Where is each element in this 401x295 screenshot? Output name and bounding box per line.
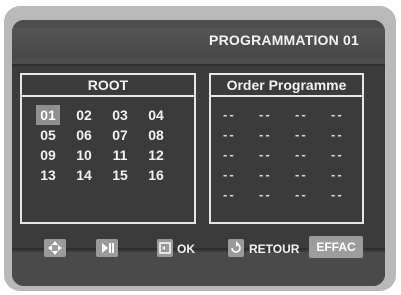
order-slot[interactable]: -- bbox=[219, 125, 255, 145]
header-bar: PROGRAMMATION 01 bbox=[12, 20, 385, 64]
return-label[interactable]: RETOUR bbox=[249, 240, 299, 258]
track-10[interactable]: 10 bbox=[72, 145, 96, 165]
order-slot[interactable]: -- bbox=[219, 165, 255, 185]
order-slot[interactable]: -- bbox=[291, 145, 327, 165]
order-slot[interactable]: -- bbox=[255, 185, 291, 205]
enter-icon[interactable] bbox=[157, 239, 173, 257]
order-slot[interactable]: -- bbox=[219, 185, 255, 205]
track-09[interactable]: 09 bbox=[36, 145, 60, 165]
track-14[interactable]: 14 bbox=[72, 165, 96, 185]
order-slot[interactable]: -- bbox=[255, 165, 291, 185]
track-06[interactable]: 06 bbox=[72, 125, 96, 145]
order-slot[interactable]: -- bbox=[327, 185, 363, 205]
page-title: PROGRAMMATION 01 bbox=[209, 32, 359, 48]
track-03[interactable]: 03 bbox=[108, 105, 132, 125]
track-15[interactable]: 15 bbox=[108, 165, 132, 185]
track-01[interactable]: 01 bbox=[36, 105, 60, 125]
order-slot[interactable]: -- bbox=[327, 105, 363, 125]
order-slot[interactable]: -- bbox=[291, 105, 327, 125]
order-slot[interactable]: -- bbox=[255, 145, 291, 165]
ok-label[interactable]: OK bbox=[177, 240, 195, 258]
order-slot[interactable]: -- bbox=[255, 105, 291, 125]
order-slot[interactable]: -- bbox=[219, 105, 255, 125]
return-icon[interactable] bbox=[228, 239, 244, 257]
header-divider bbox=[12, 64, 385, 66]
root-panel: ROOT 01 02 03 04 05 06 07 08 09 10 11 12 13 14 15 16 bbox=[20, 73, 196, 224]
track-05[interactable]: 05 bbox=[36, 125, 60, 145]
order-slot[interactable]: -- bbox=[327, 145, 363, 165]
track-grid: 01 02 03 04 05 06 07 08 09 10 11 12 13 14 15 16 bbox=[36, 105, 180, 185]
order-panel-title: Order Programme bbox=[211, 75, 362, 97]
track-12[interactable]: 12 bbox=[144, 145, 168, 165]
order-panel: Order Programme -- -- -- -- -- -- -- -- -- -- -- --… bbox=[209, 73, 364, 224]
four-way-arrow-icon[interactable] bbox=[44, 239, 66, 257]
order-slot[interactable]: -- bbox=[219, 145, 255, 165]
order-slot[interactable]: -- bbox=[327, 165, 363, 185]
play-pause-icon[interactable] bbox=[96, 239, 118, 257]
track-02[interactable]: 02 bbox=[72, 105, 96, 125]
track-08[interactable]: 08 bbox=[144, 125, 168, 145]
track-07[interactable]: 07 bbox=[108, 125, 132, 145]
order-slot[interactable]: -- bbox=[291, 125, 327, 145]
order-slot[interactable]: -- bbox=[291, 165, 327, 185]
order-slot[interactable]: -- bbox=[291, 185, 327, 205]
track-04[interactable]: 04 bbox=[144, 105, 168, 125]
track-11[interactable]: 11 bbox=[108, 145, 132, 165]
order-slot[interactable]: -- bbox=[327, 125, 363, 145]
track-13[interactable]: 13 bbox=[36, 165, 60, 185]
order-slot[interactable]: -- bbox=[255, 125, 291, 145]
track-16[interactable]: 16 bbox=[144, 165, 168, 185]
root-panel-title: ROOT bbox=[22, 75, 194, 97]
order-slot-grid: -- -- -- -- -- -- -- -- -- -- -- -- -- -- -- -- -- -- -- -- bbox=[219, 105, 363, 205]
clear-button[interactable]: EFFAC bbox=[309, 236, 363, 258]
